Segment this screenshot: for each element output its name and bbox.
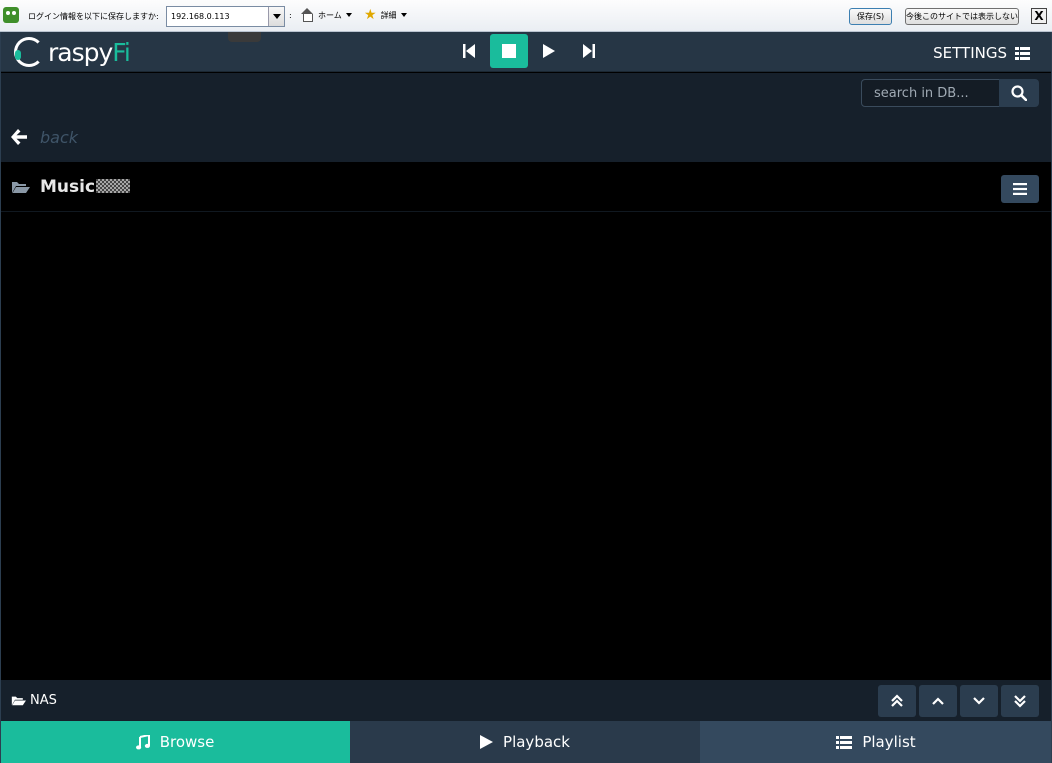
source-label: NAS (30, 693, 57, 708)
footer-tabs: Browse Playback Playlist (0, 721, 1052, 763)
list-menu-icon (1015, 46, 1030, 60)
back-row: back (0, 115, 1052, 162)
stop-icon (502, 44, 516, 58)
raspyfi-logo[interactable]: raspyFi (14, 34, 131, 70)
current-path-title: Music (40, 177, 131, 197)
home-icon (300, 8, 314, 22)
source-breadcrumb[interactable]: NAS (11, 693, 57, 708)
current-path-row: Music (0, 162, 1052, 212)
app-navbar: raspyFi SETTINGS (0, 32, 1052, 72)
obscured-text (96, 179, 131, 193)
headphones-logo-icon (14, 37, 44, 67)
chevron-down-icon (973, 697, 985, 705)
chevron-up-icon (932, 697, 944, 705)
path-options-button[interactable] (1001, 175, 1039, 203)
search-input[interactable]: search in DB... (861, 79, 1000, 107)
hamburger-icon (1013, 183, 1027, 195)
tab-playback-label: Playback (503, 733, 570, 751)
search-icon (1011, 85, 1027, 101)
details-menu-label: 詳細 (380, 10, 397, 20)
back-link[interactable]: back (40, 128, 78, 147)
scroll-up-button[interactable] (919, 685, 957, 717)
scroll-controls (878, 685, 1039, 717)
transport-controls (450, 34, 608, 68)
separator-colon: : (289, 11, 292, 20)
stop-button[interactable] (490, 34, 528, 68)
tab-playlist-label: Playlist (862, 733, 916, 751)
password-manager-icon (3, 7, 19, 23)
folder-open-icon (12, 182, 30, 193)
previous-button[interactable] (450, 34, 488, 68)
folder-open-icon (11, 696, 26, 706)
next-button[interactable] (570, 34, 608, 68)
close-icon[interactable]: X (1031, 8, 1047, 24)
music-note-icon (135, 734, 150, 749)
tab-browse[interactable]: Browse (0, 721, 350, 763)
search-button[interactable] (999, 79, 1039, 107)
home-menu-label: ホーム (318, 10, 342, 20)
play-icon (543, 44, 555, 58)
dropdown-arrow-icon (400, 13, 407, 17)
browse-list[interactable] (0, 212, 1052, 680)
save-button[interactable]: 保存(S) (849, 8, 892, 25)
double-chevron-down-icon (1014, 695, 1026, 708)
tab-playlist[interactable]: Playlist (700, 721, 1052, 763)
account-select-value: 192.168.0.113 (171, 12, 230, 21)
account-select[interactable]: 192.168.0.113 (166, 6, 285, 27)
logo-text: raspyFi (48, 37, 131, 67)
save-prompt-text: ログイン情報を以下に保存しますか: (28, 12, 159, 21)
scroll-top-button[interactable] (878, 685, 916, 717)
settings-label: SETTINGS (933, 44, 1007, 62)
tab-browse-label: Browse (159, 733, 215, 751)
play-button[interactable] (530, 34, 568, 68)
double-chevron-up-icon (891, 694, 903, 707)
star-icon: ★ (364, 7, 377, 23)
window-edge-left (0, 32, 1, 763)
skip-back-icon (463, 44, 475, 58)
arrow-left-icon[interactable] (10, 128, 28, 146)
list-icon (836, 735, 853, 749)
password-save-bar: ログイン情報を以下に保存しますか: 192.168.0.113 : ホーム ★ … (0, 0, 1052, 32)
skip-forward-icon (583, 44, 595, 58)
tab-handle (228, 32, 261, 42)
settings-menu[interactable]: SETTINGS (933, 44, 1030, 62)
dropdown-arrow-icon (345, 13, 352, 17)
home-menu[interactable]: ホーム (300, 8, 352, 22)
details-menu[interactable]: ★ 詳細 (364, 8, 407, 22)
bottom-toolbar: NAS (0, 680, 1052, 721)
play-icon (480, 735, 494, 749)
scroll-bottom-button[interactable] (1001, 685, 1039, 717)
never-for-site-button[interactable]: 今後このサイトでは表示しない (905, 8, 1019, 25)
tab-playback[interactable]: Playback (350, 721, 700, 763)
scroll-down-button[interactable] (960, 685, 998, 717)
chevron-down-icon[interactable] (268, 7, 284, 26)
search-row: search in DB... (0, 73, 1052, 115)
